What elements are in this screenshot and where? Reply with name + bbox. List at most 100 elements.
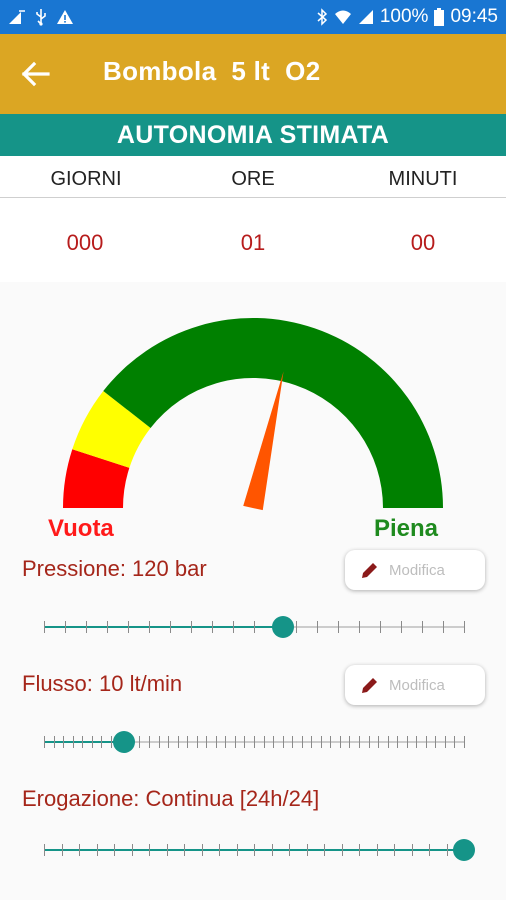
slider-thumb[interactable]: [272, 616, 295, 638]
flow-slider[interactable]: [44, 727, 465, 757]
pressure-slider[interactable]: [44, 612, 465, 642]
slider-tick: [422, 621, 423, 633]
slider-tick: [139, 736, 141, 748]
slider-tick: [158, 736, 160, 748]
slider-tick: [254, 736, 255, 748]
slider-tick: [311, 736, 313, 748]
slider-tick: [170, 621, 171, 633]
slider-tick: [380, 621, 381, 633]
slider-fill: [44, 626, 284, 628]
slider-tick: [110, 736, 112, 748]
slider-thumb[interactable]: [453, 839, 475, 861]
slider-tick: [114, 844, 115, 856]
slider-tick: [225, 736, 227, 748]
slider-tick: [338, 621, 339, 633]
back-arrow-icon[interactable]: [18, 56, 54, 92]
slider-tick: [454, 736, 456, 748]
minutes-value: 00: [410, 230, 436, 255]
slider-tick: [425, 736, 427, 748]
slider-tick: [292, 736, 294, 748]
slider-tick: [177, 736, 179, 748]
status-bar: 100% 09:45: [0, 0, 506, 34]
slider-tick: [44, 621, 45, 633]
hours-header: ORE: [231, 168, 275, 190]
slider-tick: [86, 621, 87, 633]
slider-tick: [65, 621, 66, 633]
pencil-icon: [362, 563, 377, 578]
page-title: Bombola 5 lt O2: [103, 56, 321, 86]
slider-tick: [397, 736, 399, 748]
slider-tick: [201, 844, 203, 856]
slider-tick: [296, 621, 297, 633]
slider-tick: [289, 844, 290, 856]
edit-pressure-label: Modifica: [389, 561, 445, 579]
slider-tick: [271, 844, 273, 856]
slider-tick: [184, 844, 185, 856]
slider-tick: [359, 736, 360, 748]
slider-tick: [96, 844, 98, 856]
slider-tick: [435, 736, 437, 748]
slider-tick: [234, 736, 236, 748]
autonomy-headers: GIORNI ORE MINUTI: [0, 156, 506, 198]
slider-tick: [131, 844, 133, 856]
slider-fill: [44, 741, 124, 743]
slider-tick: [394, 844, 395, 856]
slider-tick: [63, 736, 65, 748]
slider-tick: [166, 844, 168, 856]
slider-tick: [349, 736, 351, 748]
slider-tick: [219, 844, 220, 856]
usb-icon: [36, 9, 46, 26]
delivery-label: Erogazione: Continua [24h/24]: [22, 786, 320, 811]
slider-tick: [324, 844, 325, 856]
edit-flow-button[interactable]: Modifica: [345, 665, 485, 705]
slider-tick: [317, 621, 318, 633]
slider-tick: [233, 621, 234, 633]
slider-tick: [254, 621, 255, 633]
slider-thumb[interactable]: [112, 731, 135, 753]
slider-tick: [82, 736, 84, 748]
slider-tick: [411, 844, 413, 856]
hours-value: 01: [240, 230, 266, 255]
edit-flow-label: Modifica: [389, 676, 445, 694]
slider-tick: [79, 844, 80, 856]
slider-tick: [168, 736, 170, 748]
days-value: 000: [66, 230, 104, 255]
slider-tick: [61, 844, 63, 856]
status-time: 09:45: [450, 6, 498, 27]
slider-tick: [91, 736, 93, 748]
pressure-label: Pressione: 120 bar: [22, 556, 207, 581]
slider-tick: [341, 844, 343, 856]
slider-tick: [236, 844, 238, 856]
slider-tick: [191, 621, 192, 633]
slider-tick: [44, 844, 45, 856]
autonomy-header: AUTONOMIA STIMATA: [0, 114, 506, 156]
delivery-slider[interactable]: [44, 835, 475, 865]
edit-pressure-button[interactable]: Modifica: [345, 550, 485, 590]
days-header: GIORNI: [50, 168, 122, 190]
slider-tick: [368, 736, 370, 748]
slider-tick: [215, 736, 217, 748]
slider-tick: [301, 736, 303, 748]
warning-icon: [57, 10, 73, 24]
slider-tick: [101, 736, 103, 748]
slider-tick: [387, 736, 389, 748]
autonomy-table: GIORNI ORE MINUTI 000 01 00: [0, 156, 506, 282]
minutes-header: MINUTI: [388, 168, 458, 190]
slider-tick: [378, 736, 380, 748]
slider-tick: [429, 844, 430, 856]
gauge-needle: [243, 371, 284, 511]
slider-tick: [196, 736, 198, 748]
slider-tick: [359, 844, 360, 856]
gauge-label-full: Piena: [374, 515, 439, 542]
slider-tick: [444, 736, 446, 748]
slider-tick: [206, 736, 208, 748]
autonomy-values: 000 01 00: [0, 198, 506, 282]
pressure-gauge: Vuota Piena: [0, 282, 506, 552]
slider-tick: [464, 621, 465, 633]
slider-tick: [273, 736, 275, 748]
slider-tick: [263, 736, 265, 748]
slider-tick: [44, 736, 45, 748]
slider-tick: [254, 844, 255, 856]
flow-label: Flusso: 10 lt/min: [22, 671, 183, 696]
slider-tick: [306, 844, 308, 856]
